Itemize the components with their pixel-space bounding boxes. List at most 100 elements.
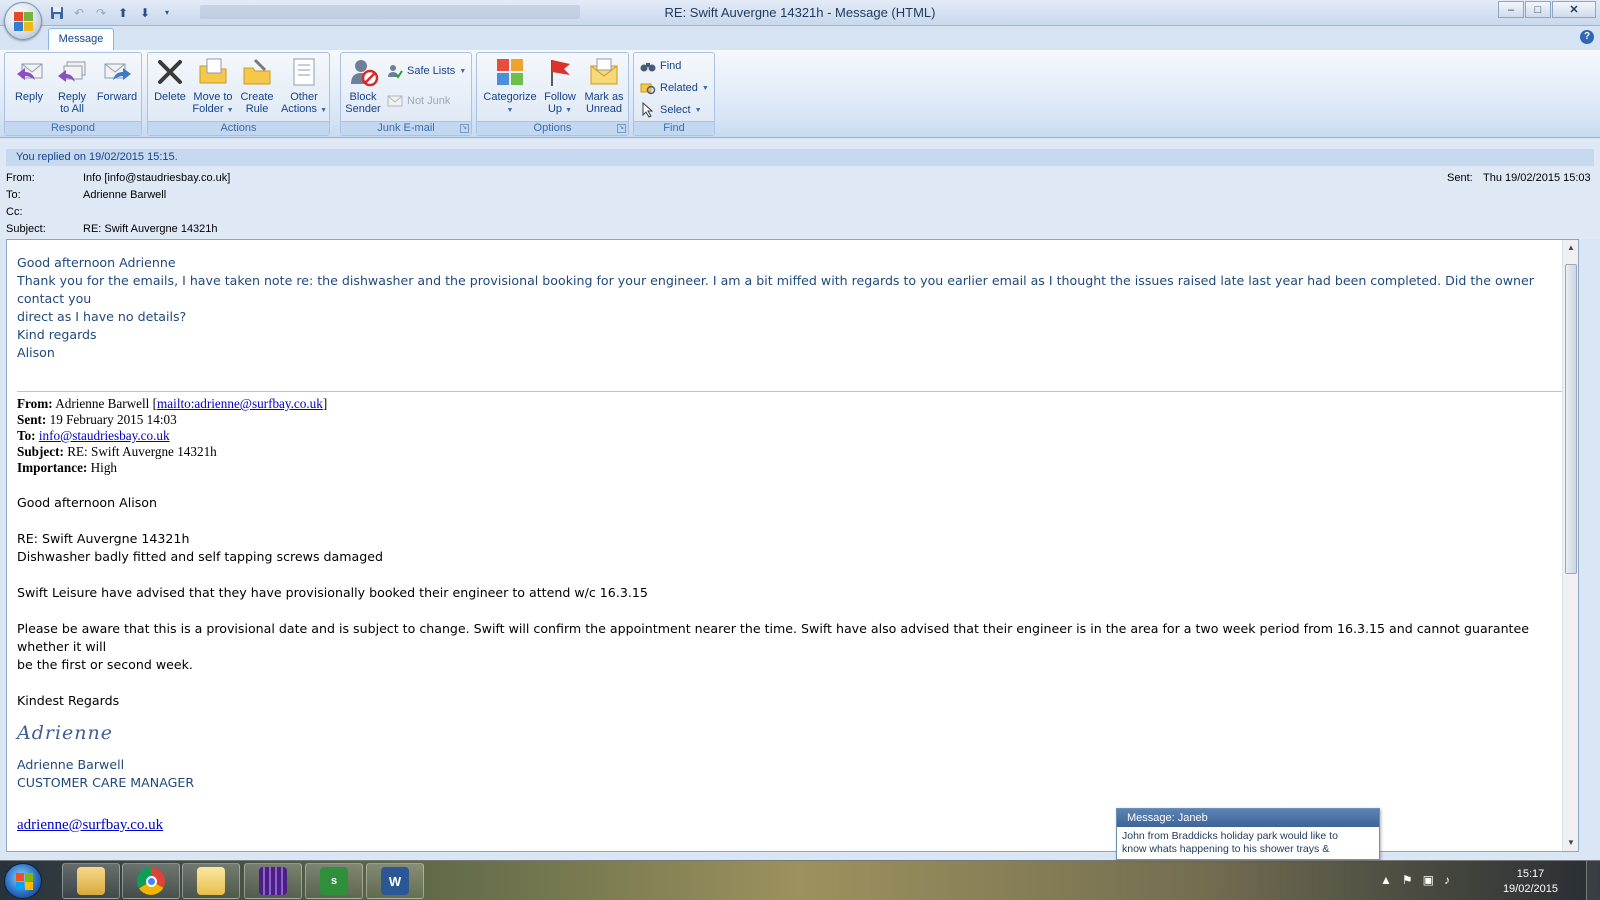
- office-button[interactable]: [4, 2, 42, 40]
- categorize-button[interactable]: Categorize ▼: [479, 56, 541, 120]
- show-desktop-button[interactable]: [1586, 861, 1600, 900]
- create-rule-icon: [243, 58, 271, 85]
- new-message-notification[interactable]: Message: Janeb John from Braddicks holid…: [1116, 808, 1380, 860]
- reply-all-button[interactable]: Reply to All: [51, 56, 93, 120]
- quoted-ref-line: RE: Swift Auvergne 14321h: [17, 531, 190, 546]
- quoted-closing: Kindest Regards: [17, 693, 120, 708]
- scroll-thumb[interactable]: [1565, 264, 1577, 574]
- sent-value: Thu 19/02/2015 15:03: [1483, 172, 1591, 184]
- taskbar-chrome[interactable]: [122, 863, 180, 899]
- other-actions-button[interactable]: Other Actions ▼: [280, 56, 328, 120]
- taskbar-outlook[interactable]: [182, 863, 240, 899]
- taskbar-calculator-app[interactable]: [244, 863, 302, 899]
- quoted-to-link[interactable]: info@staudriesbay.co.uk: [39, 428, 170, 443]
- start-button[interactable]: [4, 863, 42, 899]
- respond-group-label: Respond: [5, 121, 141, 135]
- vertical-scrollbar[interactable]: ▲ ▼: [1562, 240, 1578, 851]
- follow-up-button[interactable]: Follow Up ▼: [539, 56, 581, 120]
- ribbon: Reply Reply to All Forward Respond Delete…: [0, 50, 1600, 138]
- notification-title: Message: Janeb: [1117, 809, 1379, 827]
- cc-label: Cc:: [6, 206, 23, 218]
- actions-group-label: Actions: [148, 121, 329, 135]
- help-icon[interactable]: ?: [1580, 30, 1594, 44]
- scroll-down-arrow-icon[interactable]: ▼: [1566, 838, 1576, 848]
- tray-expand-icon[interactable]: ▲: [1380, 873, 1392, 887]
- chrome-icon: [137, 867, 165, 895]
- reply-button[interactable]: Reply: [9, 56, 49, 120]
- scroll-up-arrow-icon[interactable]: ▲: [1566, 243, 1576, 253]
- taskbar-word[interactable]: W: [366, 863, 424, 899]
- reply-icon: [17, 63, 43, 80]
- respond-group: Reply Reply to All Forward Respond: [4, 52, 142, 136]
- minimize-button[interactable]: –: [1498, 1, 1524, 18]
- network-icon[interactable]: ▣: [1423, 873, 1434, 887]
- block-sender-icon: [351, 60, 379, 87]
- reply-all-icon: [58, 61, 86, 82]
- forward-button[interactable]: Forward: [93, 56, 141, 120]
- subject-row: Subject: RE: Swift Auvergne 14321h: [6, 223, 218, 235]
- windows-taskbar: s W ▲ ⚑ ▣ ♪ 15:17 19/02/2015: [0, 860, 1600, 900]
- other-actions-icon: [293, 58, 315, 86]
- taskbar-sage[interactable]: s: [305, 863, 363, 899]
- reply-closing: Kind regards: [17, 327, 97, 342]
- binoculars-icon: [640, 63, 656, 72]
- info-bar: You replied on 19/02/2015 15:15.: [6, 149, 1594, 166]
- mark-as-unread-button[interactable]: Mark as Unread: [581, 56, 627, 120]
- from-row: From: Info [info@staudriesbay.co.uk]: [6, 172, 230, 184]
- quote-separator: [17, 391, 1565, 392]
- message-body[interactable]: Good afternoon Adrienne Thank you for th…: [6, 239, 1579, 852]
- to-value[interactable]: Adrienne Barwell: [83, 189, 166, 201]
- not-junk-icon: [387, 95, 403, 107]
- forward-icon: [104, 63, 131, 80]
- quoted-from-mailto-link[interactable]: mailto:adrienne@surfbay.co.uk: [157, 396, 323, 411]
- message-header: You replied on 19/02/2015 15:15. From: In…: [0, 139, 1600, 239]
- tab-message[interactable]: Message: [48, 28, 114, 50]
- from-label: From:: [6, 172, 35, 184]
- quoted-paragraph-2-line-1: Please be aware that this is a provision…: [17, 621, 1529, 654]
- not-junk-button[interactable]: Not Junk: [387, 91, 450, 111]
- window-controls: – □ ✕: [1498, 1, 1596, 18]
- select-button[interactable]: Select ▼: [640, 100, 702, 120]
- sage-logo-icon: s: [320, 867, 348, 895]
- reply-sender-name: Alison: [17, 345, 55, 360]
- delete-icon: [158, 60, 182, 84]
- quoted-header: From: Adrienne Barwell [mailto:adrienne@…: [17, 396, 1565, 476]
- mail-envelope-icon: [197, 867, 225, 895]
- find-button[interactable]: Find: [640, 56, 681, 76]
- reply-paragraph-line-1: Thank you for the emails, I have taken n…: [17, 273, 1534, 306]
- related-button[interactable]: Related ▼: [640, 78, 709, 98]
- sent-row: Sent: Thu 19/02/2015 15:03: [1447, 172, 1591, 184]
- ribbon-tab-row: Message ?: [0, 26, 1600, 50]
- close-button[interactable]: ✕: [1552, 1, 1596, 18]
- from-value[interactable]: Info [info@staudriesbay.co.uk]: [83, 172, 230, 184]
- move-to-folder-icon: [199, 58, 227, 84]
- notification-body: John from Braddicks holiday park would l…: [1122, 830, 1338, 855]
- delete-button[interactable]: Delete: [150, 56, 190, 120]
- system-tray: ▲ ⚑ ▣ ♪: [1380, 873, 1450, 887]
- move-to-folder-button[interactable]: Move to Folder ▼: [190, 56, 236, 120]
- taskbar-explorer[interactable]: [62, 863, 120, 899]
- maximize-button[interactable]: □: [1525, 1, 1551, 18]
- quoted-paragraph-2-line-2: be the first or second week.: [17, 657, 193, 672]
- block-sender-button[interactable]: Block Sender: [343, 56, 383, 120]
- quoted-issue-line: Dishwasher badly fitted and self tapping…: [17, 549, 383, 564]
- action-center-flag-icon[interactable]: ⚑: [1402, 873, 1413, 887]
- cc-row: Cc:: [6, 206, 83, 218]
- find-group: Find Related ▼ Select ▼ Find: [633, 52, 715, 136]
- title-bar: ↶ ↷ ⬆ ⬇ ▾ RE: Swift Auvergne 14321h - Me…: [0, 0, 1600, 26]
- taskbar-clock[interactable]: 15:17 19/02/2015: [1503, 867, 1558, 897]
- follow-up-flag-icon: [551, 60, 570, 86]
- reply-paragraph-line-2: direct as I have no details?: [17, 309, 187, 324]
- safe-lists-button[interactable]: Safe Lists ▼: [387, 61, 466, 81]
- volume-icon[interactable]: ♪: [1444, 873, 1450, 887]
- options-group: Categorize ▼ Follow Up ▼ Mark as Unread Opt…: [476, 52, 629, 136]
- options-group-label: Options: [477, 121, 628, 135]
- create-rule-button[interactable]: Create Rule: [236, 56, 278, 120]
- junk-email-dialog-launcher-icon[interactable]: ↘: [460, 124, 469, 133]
- window-title: RE: Swift Auvergne 14321h - Message (HTM…: [664, 5, 936, 20]
- options-dialog-launcher-icon[interactable]: ↘: [617, 124, 626, 133]
- quoted-to-row: To: info@staudriesbay.co.uk: [17, 428, 170, 443]
- signature-name: Adrienne Barwell: [17, 757, 125, 772]
- categorize-icon: [497, 59, 523, 85]
- handwritten-signature: Adrienne: [17, 722, 114, 744]
